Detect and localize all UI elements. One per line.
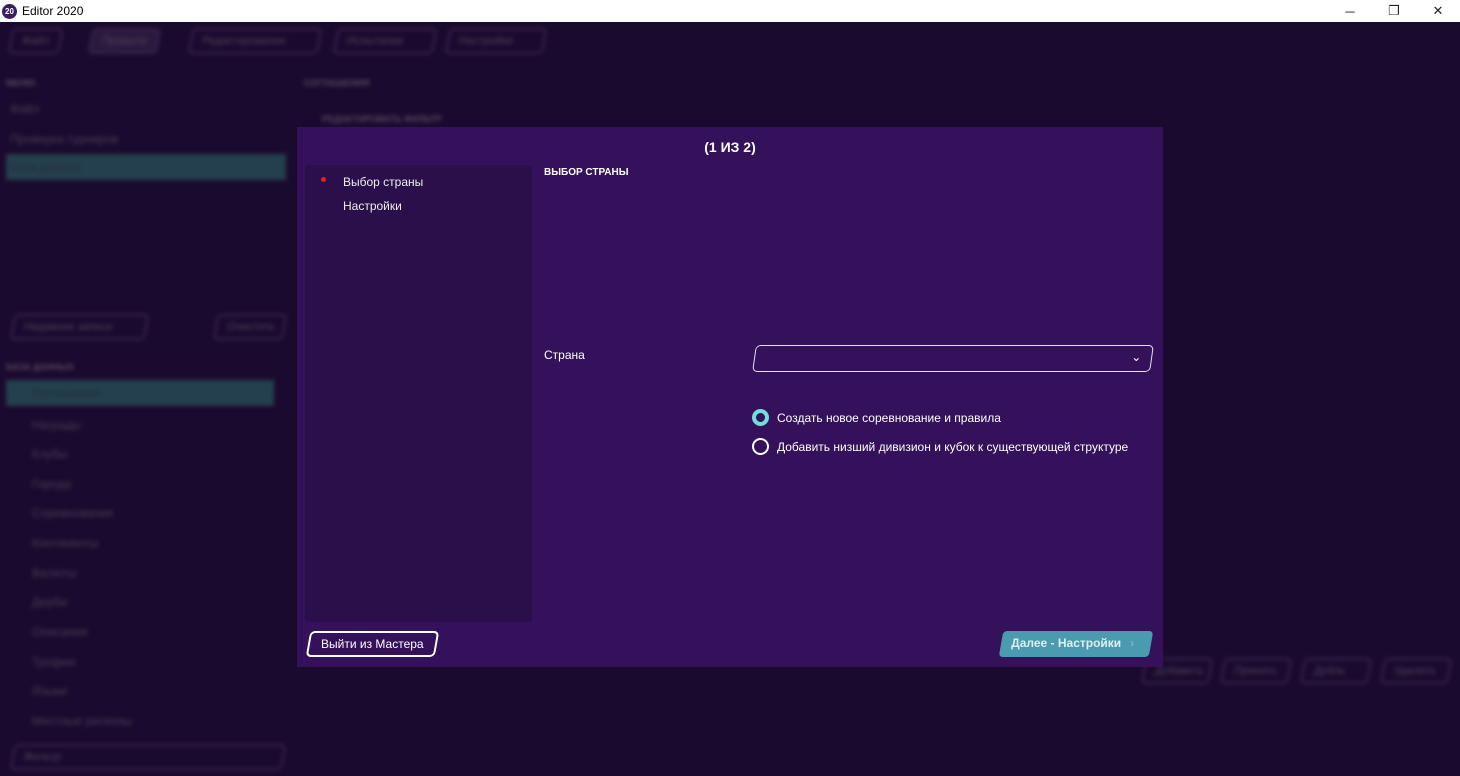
- country-label: Страна: [544, 348, 585, 362]
- title-bar: 20 Editor 2020 ─ ❐ ✕: [0, 0, 1460, 22]
- step-country[interactable]: Выбор страны: [305, 165, 532, 191]
- active-step-dot-icon: [321, 177, 326, 182]
- exit-wizard-button[interactable]: Выйти из Мастера: [305, 631, 439, 657]
- radio-create-new[interactable]: Создать новое соревнование и правила: [752, 409, 1001, 426]
- wizard-title: (1 ИЗ 2): [704, 139, 756, 155]
- close-button[interactable]: ✕: [1416, 0, 1460, 22]
- radio-unselected-icon: [752, 438, 769, 455]
- restore-button[interactable]: ❐: [1372, 0, 1416, 22]
- wizard-dialog: (1 ИЗ 2) Выбор страны Настройки ВЫБОР СТ…: [297, 127, 1163, 667]
- chevron-down-icon: ⌄: [1131, 350, 1142, 364]
- next-settings-button[interactable]: Далее - Настройки ›: [998, 631, 1154, 657]
- window-title: Editor 2020: [22, 4, 84, 18]
- step-label: Выбор страны: [343, 175, 424, 189]
- app-icon: 20: [2, 3, 17, 19]
- country-dropdown[interactable]: ⌄: [752, 345, 1154, 372]
- wizard-steps: Выбор страны Настройки: [305, 165, 532, 622]
- chevron-right-icon: ›: [1130, 636, 1135, 650]
- minimize-button[interactable]: ─: [1328, 0, 1372, 22]
- step-label: Настройки: [343, 199, 402, 213]
- radio-selected-icon: [752, 409, 769, 426]
- radio-label: Создать новое соревнование и правила: [777, 410, 1001, 425]
- radio-add-lower-division[interactable]: Добавить низший дивизион и кубок к сущес…: [752, 438, 1128, 455]
- radio-label: Добавить низший дивизион и кубок к сущес…: [777, 439, 1129, 454]
- step-settings[interactable]: Настройки: [305, 191, 532, 215]
- section-title: ВЫБОР СТРАНЫ: [544, 167, 629, 178]
